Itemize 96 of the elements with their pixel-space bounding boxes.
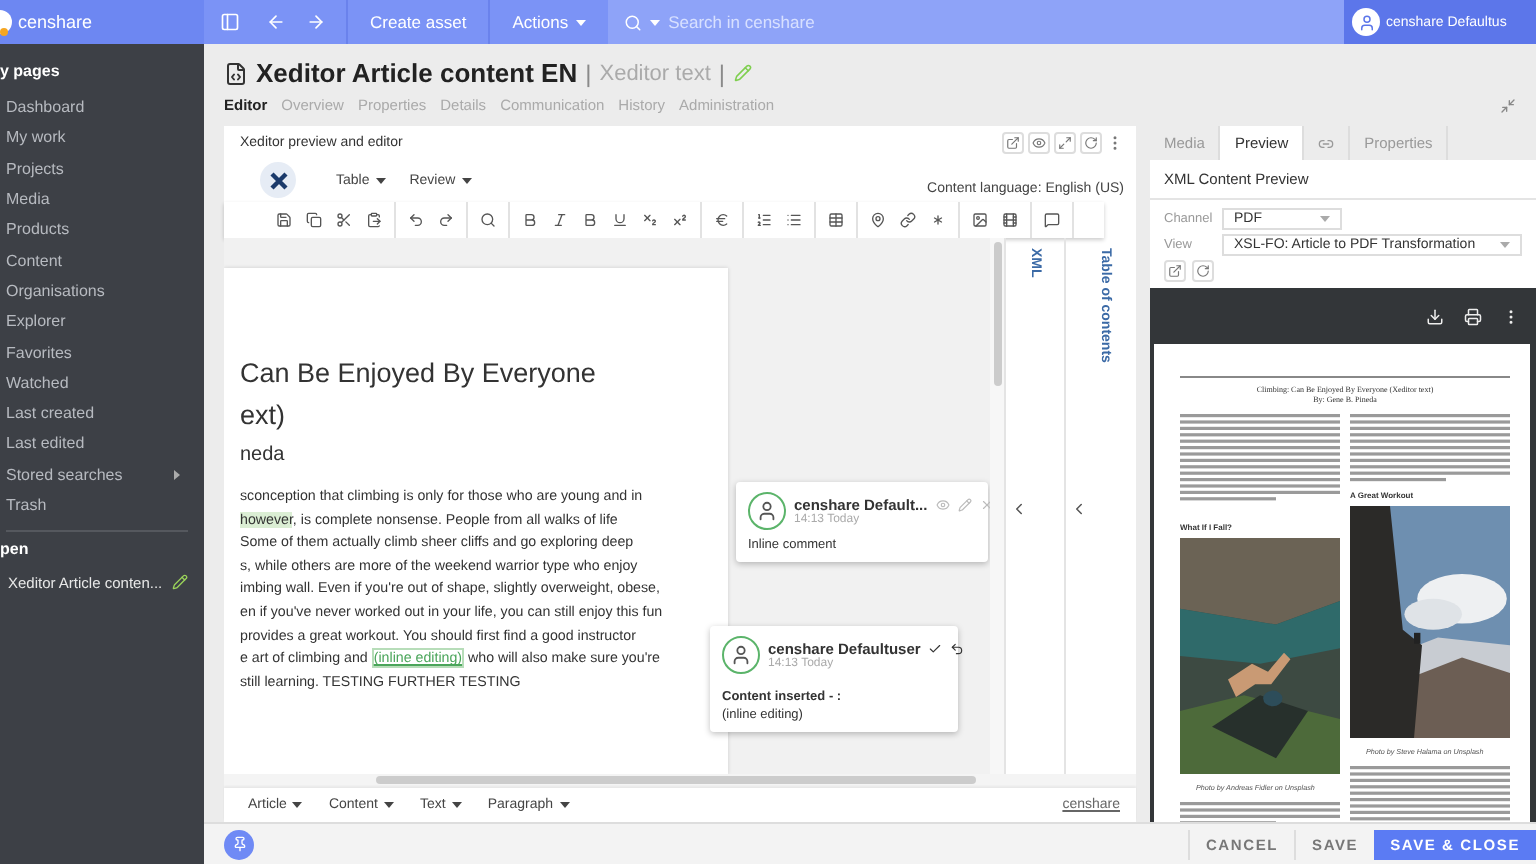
collapse-icon [1500, 98, 1516, 114]
cut-icon[interactable] [336, 212, 352, 228]
euro-icon[interactable] [714, 212, 730, 228]
download-icon [1426, 307, 1444, 325]
article-title-line: Can Be Enjoyed By Everyone [240, 356, 598, 392]
sidebar-item[interactable]: Products [0, 214, 204, 245]
pin-icon [231, 836, 247, 852]
pin-icon[interactable] [870, 212, 886, 228]
paste-icon[interactable] [366, 212, 382, 228]
logo-icon [0, 8, 12, 36]
sidebar-item[interactable]: Dashboard [0, 92, 204, 123]
search-box[interactable]: Search in censhare [608, 0, 1344, 44]
user-icon [1357, 13, 1375, 31]
caret-icon [461, 178, 472, 184]
caret-icon [375, 178, 386, 184]
forward-icon [306, 12, 326, 32]
refresh-button[interactable] [1080, 132, 1102, 154]
redo-icon[interactable] [438, 212, 454, 228]
table-icon[interactable] [828, 212, 844, 228]
search-field[interactable]: Search in censhare [668, 12, 1328, 32]
underline-icon[interactable] [612, 212, 628, 228]
caret-icon [559, 802, 570, 808]
print-icon [1464, 307, 1482, 325]
submenu-arrow-icon [174, 469, 180, 480]
article-title-line: ext) [240, 398, 288, 434]
italic-icon[interactable] [552, 212, 568, 228]
user-icon [756, 500, 778, 522]
film-icon[interactable] [1002, 212, 1018, 228]
external-link-icon [1006, 136, 1020, 150]
chevron-left-icon [1010, 500, 1028, 518]
pencil-icon [733, 64, 751, 82]
caret-icon [292, 802, 303, 808]
eye-icon [1032, 136, 1046, 150]
undo-icon[interactable] [408, 212, 424, 228]
sidebar-item[interactable]: Projects [0, 153, 204, 184]
sidebar-heading: y pages [0, 62, 62, 84]
sidebar-item[interactable]: Explorer [0, 306, 204, 337]
subscript-icon[interactable] [642, 212, 658, 228]
caret-icon [451, 802, 462, 808]
link-icon [1318, 135, 1335, 151]
caret-icon [650, 19, 661, 25]
logo-text: censhare [18, 12, 93, 32]
edit-icon [957, 498, 972, 512]
asset-type: Xeditor text [599, 61, 711, 85]
numbered-list-icon[interactable] [756, 212, 772, 228]
expand-button[interactable] [1054, 132, 1076, 154]
sidebar-item[interactable]: Content [0, 244, 204, 276]
sidebar-item[interactable]: My work [0, 122, 204, 154]
sidebar-item[interactable]: Trash [0, 489, 204, 521]
title-separator: | [585, 59, 592, 87]
sidebar-item[interactable]: Stored searches [0, 459, 204, 490]
article-byline: neda [240, 444, 287, 466]
sidebar-heading: pen [0, 540, 31, 559]
search-icon[interactable] [480, 212, 496, 228]
external-link-icon [1168, 264, 1182, 278]
bullet-list-icon[interactable] [786, 212, 802, 228]
refresh-icon [1196, 264, 1210, 278]
expand-icon [1058, 136, 1072, 150]
caret-icon [383, 802, 394, 808]
sidebar-item[interactable]: Favorites [0, 336, 204, 368]
refresh-button[interactable] [1192, 260, 1214, 282]
pencil-icon [172, 574, 188, 591]
bold-italic-icon[interactable] [582, 212, 598, 228]
preview-button[interactable] [1028, 132, 1050, 154]
link-icon[interactable] [900, 212, 916, 228]
chevron-left-icon [1070, 500, 1088, 518]
comment-icon[interactable] [1044, 212, 1060, 228]
image-icon[interactable] [972, 212, 988, 228]
accept-icon [928, 642, 943, 656]
eye-icon [935, 498, 950, 512]
sidebar-item[interactable]: Media [0, 183, 204, 215]
save-icon[interactable] [276, 212, 292, 228]
sidebar-item[interactable]: Watched [0, 367, 204, 398]
search-icon [624, 13, 643, 31]
sidebar-item[interactable]: Organisations [0, 275, 204, 307]
open-external-button[interactable] [1164, 260, 1186, 282]
back-icon [266, 12, 286, 32]
caret-icon [1320, 216, 1330, 222]
pin-button[interactable] [224, 829, 254, 859]
copy-icon[interactable] [306, 212, 322, 228]
asset-title: Xeditor Article content EN [256, 58, 578, 88]
open-external-button[interactable] [1002, 132, 1024, 154]
caret-icon [1500, 242, 1510, 248]
reject-icon [950, 642, 965, 656]
xeditor-text-icon [224, 61, 248, 85]
user-icon [730, 644, 752, 666]
sidebar-item[interactable]: Last edited [0, 428, 204, 460]
caret-icon [576, 19, 587, 25]
superscript-icon[interactable] [672, 212, 688, 228]
panel-icon [220, 12, 240, 32]
refresh-icon [1084, 136, 1098, 150]
asterisk-icon[interactable] [930, 212, 946, 228]
sidebar-item[interactable]: Last created [0, 397, 204, 429]
title-separator: | [718, 59, 725, 87]
x-logo-icon [269, 171, 287, 189]
bold-icon[interactable] [522, 212, 538, 228]
